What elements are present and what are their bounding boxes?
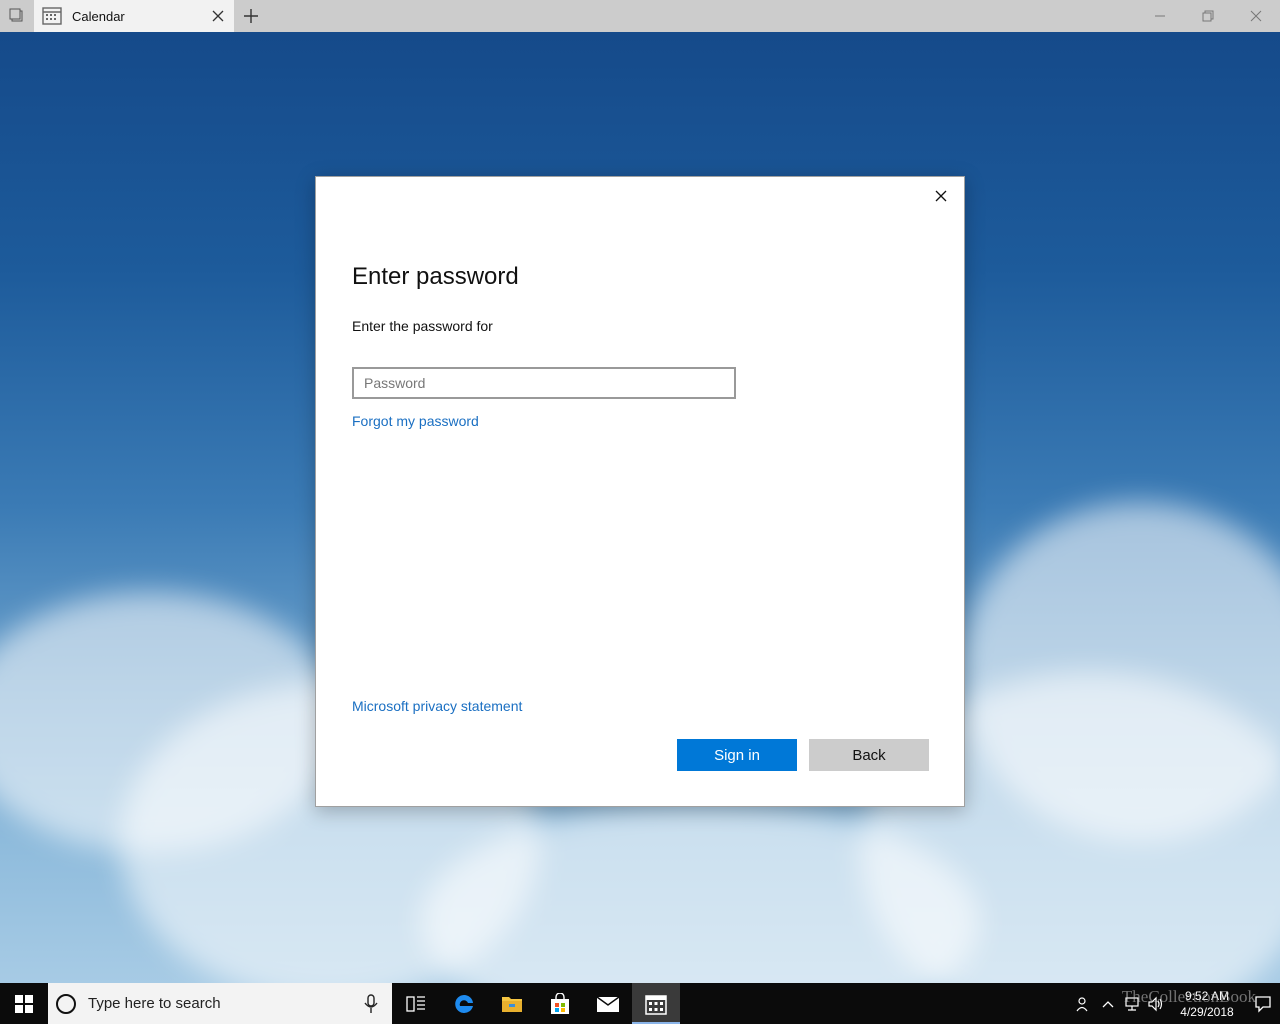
chevron-up-icon bbox=[1102, 1000, 1114, 1007]
volume-button[interactable] bbox=[1144, 983, 1168, 1024]
system-tray: 9:52 AM 4/29/2018 bbox=[1072, 983, 1280, 1024]
new-tab-button[interactable] bbox=[234, 0, 268, 32]
edge-icon bbox=[455, 994, 473, 1013]
tab-close-icon[interactable] bbox=[210, 8, 226, 24]
clock-time: 9:52 AM bbox=[1184, 988, 1230, 1003]
microphone-icon[interactable] bbox=[364, 994, 378, 1014]
sign-in-dialog: Enter password Enter the password for Fo… bbox=[315, 176, 965, 807]
dialog-close-button[interactable] bbox=[930, 185, 952, 207]
network-icon bbox=[1125, 996, 1139, 1011]
search-placeholder: Type here to search bbox=[88, 995, 221, 1012]
close-window-button[interactable] bbox=[1232, 0, 1280, 32]
privacy-statement-link[interactable]: Microsoft privacy statement bbox=[352, 698, 522, 714]
calendar-icon bbox=[645, 994, 667, 1015]
mail-button[interactable] bbox=[584, 983, 632, 1024]
password-input[interactable] bbox=[352, 367, 736, 399]
close-icon bbox=[1250, 10, 1262, 22]
show-hidden-icons-button[interactable] bbox=[1096, 983, 1120, 1024]
back-button[interactable]: Back bbox=[809, 739, 929, 771]
file-explorer-icon bbox=[502, 996, 522, 1012]
store-icon bbox=[551, 992, 569, 1014]
start-button[interactable] bbox=[0, 983, 48, 1024]
tab-title: Calendar bbox=[72, 8, 125, 24]
dialog-subtitle: Enter the password for bbox=[352, 318, 493, 334]
minimize-icon bbox=[1155, 15, 1165, 17]
sign-in-button[interactable]: Sign in bbox=[677, 739, 797, 771]
action-center-button[interactable] bbox=[1246, 983, 1280, 1024]
cortana-icon bbox=[56, 993, 76, 1014]
tab-list-icon bbox=[9, 8, 23, 22]
people-button[interactable] bbox=[1072, 983, 1096, 1024]
mail-icon bbox=[596, 995, 620, 1012]
restore-icon bbox=[1202, 10, 1214, 22]
store-button[interactable] bbox=[536, 983, 584, 1024]
restore-button[interactable] bbox=[1184, 0, 1232, 32]
network-button[interactable] bbox=[1120, 983, 1144, 1024]
task-view-button[interactable] bbox=[392, 983, 440, 1024]
calendar-app-icon bbox=[42, 7, 62, 25]
speaker-icon bbox=[1148, 996, 1163, 1011]
windows-logo-icon bbox=[15, 994, 33, 1013]
close-icon bbox=[935, 190, 947, 202]
edge-button[interactable] bbox=[440, 983, 488, 1024]
clock-date: 4/29/2018 bbox=[1180, 1004, 1234, 1019]
forgot-password-link[interactable]: Forgot my password bbox=[352, 413, 479, 429]
taskbar: Type here to search 9:52 AM 4/29/2018 Th… bbox=[0, 983, 1280, 1024]
notification-icon bbox=[1255, 995, 1271, 1013]
plus-icon bbox=[244, 9, 258, 23]
taskbar-search[interactable]: Type here to search bbox=[48, 983, 392, 1024]
title-bar: Calendar bbox=[0, 0, 1280, 32]
clock[interactable]: 9:52 AM 4/29/2018 bbox=[1168, 988, 1246, 1020]
minimize-button[interactable] bbox=[1136, 0, 1184, 32]
task-view-icon bbox=[406, 995, 425, 1012]
calendar-button[interactable] bbox=[632, 983, 680, 1024]
dialog-title: Enter password bbox=[352, 263, 519, 290]
file-explorer-button[interactable] bbox=[488, 983, 536, 1024]
tab-list-button[interactable] bbox=[0, 0, 34, 32]
tab-calendar[interactable]: Calendar bbox=[34, 0, 234, 32]
window-controls bbox=[1136, 0, 1280, 32]
people-icon bbox=[1076, 996, 1088, 1011]
